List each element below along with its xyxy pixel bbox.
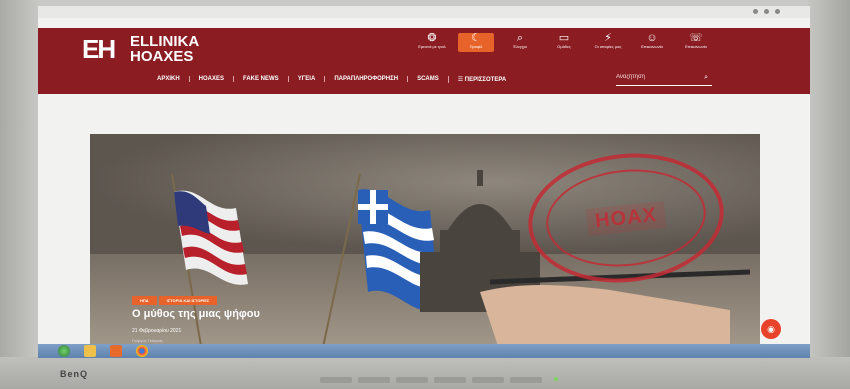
- nav-item-scams[interactable]: SCAMS: [407, 76, 448, 82]
- heart-icon: ☾: [471, 32, 481, 44]
- user-icon: ☺: [646, 32, 658, 44]
- floating-action-button[interactable]: ◉: [761, 319, 781, 339]
- us-flag-icon: [174, 190, 248, 285]
- monitor-bezel-bottom: BenQ: [0, 357, 850, 389]
- phone-icon: ☏: [689, 32, 703, 44]
- search-input[interactable]: [616, 74, 696, 80]
- taskbar-app-media-icon[interactable]: [110, 345, 122, 357]
- search-icon[interactable]: ⌕: [704, 74, 708, 82]
- nav-item-health[interactable]: ΥΓΕΙΑ: [287, 76, 325, 82]
- header-link-1[interactable]: ☾ Προφίλ: [458, 33, 494, 52]
- main-nav: ΑΡΧΙΚΗ HOAXES FAKE NEWS ΥΓΕΙΑ ΠΑΡΑΠΛΗΡΟΦ…: [148, 72, 515, 86]
- monitor-button[interactable]: [358, 377, 390, 383]
- header-link-label: Επικοινωνία: [641, 44, 663, 49]
- logo-mark[interactable]: EH: [82, 34, 116, 65]
- header-link-4[interactable]: ⚡ Οι ιστορίες μας: [590, 33, 626, 52]
- monitor-button[interactable]: [396, 377, 428, 383]
- header-link-label: Οι ιστορίες μας: [594, 44, 622, 49]
- header-link-label: Επικοινωνία: [685, 44, 707, 49]
- monitor-frame: BenQ EH ELLINIKA HOAXES ❂ Ερευνά με τρολ…: [0, 0, 850, 389]
- monitor-brand: BenQ: [60, 369, 89, 379]
- monitor-button[interactable]: [472, 377, 504, 383]
- tag-badge[interactable]: ΗΠΑ: [132, 296, 157, 305]
- start-button-icon[interactable]: [58, 345, 70, 357]
- taskbar-app-chrome-icon[interactable]: [136, 345, 148, 357]
- monitor-bezel-right: [808, 0, 850, 389]
- hero-author[interactable]: Γιώργος Γκιόγκας: [132, 338, 163, 343]
- nav-item-misinformation[interactable]: ΠΑΡΑΠΛΗΡΟΦΟΡΗΣΗ: [324, 76, 407, 82]
- tag-badge[interactable]: ΙΣΤΟΡΙΑ ΚΑΙ ΙΣΤΟΡΙΕΣ: [158, 296, 218, 305]
- header-link-0[interactable]: ❂ Ερευνά με τρολ: [414, 33, 450, 52]
- header-link-label: Ομάδες: [557, 44, 571, 49]
- lifebuoy-icon: ◉: [767, 323, 775, 334]
- monitor-button[interactable]: [510, 377, 542, 383]
- screen: EH ELLINIKA HOAXES ❂ Ερευνά με τρολ ☾ Πρ…: [38, 6, 810, 358]
- bolt-icon: ⚡: [604, 32, 612, 44]
- monitor-buttons: [320, 377, 542, 383]
- nav-item-fake-news[interactable]: FAKE NEWS: [233, 76, 288, 82]
- logo-text[interactable]: ELLINIKA HOAXES: [130, 34, 199, 64]
- taskbar: [38, 344, 810, 358]
- monitor-button[interactable]: [320, 377, 352, 383]
- hero-tags: ΗΠΑ ΙΣΤΟΡΙΑ ΚΑΙ ΙΣΤΟΡΙΕΣ: [132, 296, 218, 305]
- monitor-button[interactable]: [434, 377, 466, 383]
- nav-item-home[interactable]: ΑΡΧΙΚΗ: [148, 76, 189, 82]
- power-led-icon: [554, 377, 558, 381]
- nav-item-more[interactable]: ☰ ΠΕΡΙΣΣΟΤΕΡΑ: [447, 75, 515, 83]
- browser-control-icon[interactable]: [775, 9, 780, 14]
- hero-title[interactable]: Ο μύθος της μιας ψήφου: [132, 308, 260, 320]
- header-link-label: Ερευνά με τρολ: [418, 44, 446, 49]
- header-link-5[interactable]: ☺ Επικοινωνία: [634, 33, 670, 52]
- logo-line-1: ELLINIKA: [130, 33, 200, 50]
- search-box: ⌕: [616, 74, 712, 86]
- hero-date: 21 Φεβρουαρίου 2021: [132, 328, 182, 334]
- header-link-6[interactable]: ☏ Επικοινωνία: [678, 33, 714, 52]
- browser-control-icon[interactable]: [753, 9, 758, 14]
- site-header: EH ELLINIKA HOAXES ❂ Ερευνά με τρολ ☾ Πρ…: [38, 28, 810, 94]
- logo-line-2: HOAXES: [130, 48, 194, 65]
- brain-icon: ❂: [427, 32, 437, 44]
- chat-icon: ▭: [558, 32, 570, 44]
- header-icon-row: ❂ Ερευνά με τρολ ☾ Προφίλ ⌕ Έλεγχοι ▭ Ομ…: [414, 33, 714, 52]
- browser-toolbar: [38, 6, 810, 18]
- search-icon: ⌕: [516, 32, 524, 44]
- header-link-3[interactable]: ▭ Ομάδες: [546, 33, 582, 52]
- header-link-label: Προφίλ: [469, 44, 483, 49]
- monitor-bezel-left: [0, 0, 40, 389]
- nav-item-hoaxes[interactable]: HOAXES: [188, 76, 233, 82]
- browser-control-icon[interactable]: [764, 9, 769, 14]
- header-link-label: Έλεγχοι: [512, 44, 528, 49]
- hero-article[interactable]: HOAX ΗΠΑ ΙΣΤΟΡΙΑ ΚΑΙ ΙΣΤΟΡΙΕΣ Ο μύθος τη…: [90, 134, 760, 352]
- taskbar-app-explorer-icon[interactable]: [84, 345, 96, 357]
- header-link-2[interactable]: ⌕ Έλεγχοι: [502, 33, 538, 52]
